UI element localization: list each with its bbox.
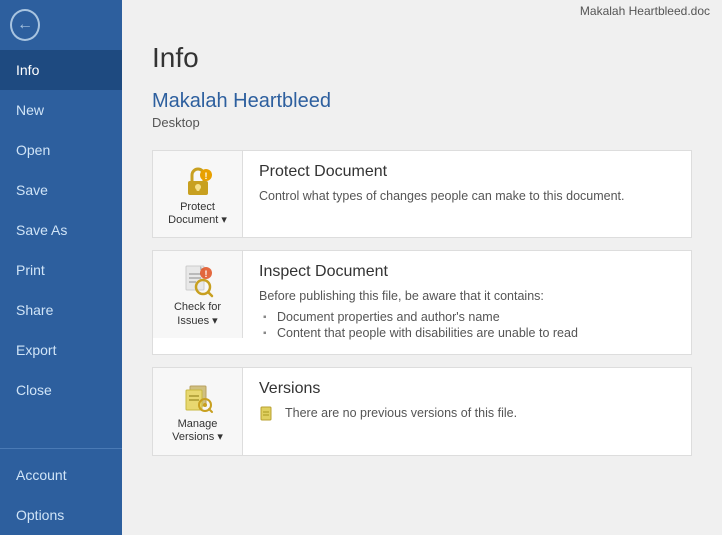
protect-heading: Protect Document: [259, 163, 675, 181]
back-icon: ←: [10, 9, 40, 41]
sidebar-item-account[interactable]: Account: [0, 455, 122, 495]
sidebar-item-new[interactable]: New: [0, 90, 122, 130]
versions-desc-row: There are no previous versions of this f…: [259, 404, 675, 423]
versions-desc-icon: [259, 405, 277, 423]
protect-text-area: Protect Document Control what types of c…: [243, 151, 691, 218]
inspect-desc: Before publishing this file, be aware th…: [259, 287, 675, 306]
inspect-icon: !: [178, 261, 218, 301]
main-content: Makalah Heartbleed.doc Info Makalah Hear…: [122, 0, 722, 535]
inspect-icon-area[interactable]: ! Check forIssues ▾: [153, 251, 243, 337]
sidebar-item-share[interactable]: Share: [0, 290, 122, 330]
inspect-list-item-2: Content that people with disabilities ar…: [259, 326, 675, 340]
sidebar-item-export[interactable]: Export: [0, 330, 122, 370]
filename-label: Makalah Heartbleed.doc: [580, 4, 710, 18]
versions-btn-label[interactable]: ManageVersions ▾: [172, 418, 223, 444]
protect-card: ! ProtectDocument ▾ Protect Document Con…: [152, 150, 692, 238]
protect-desc: Control what types of changes people can…: [259, 187, 675, 206]
svg-text:!: !: [204, 269, 207, 279]
sidebar-item-close[interactable]: Close: [0, 370, 122, 410]
sidebar-item-options[interactable]: Options: [0, 495, 122, 535]
inspect-list: Document properties and author's name Co…: [259, 310, 675, 340]
top-bar: Makalah Heartbleed.doc: [122, 0, 722, 22]
versions-icon-area[interactable]: ManageVersions ▾: [153, 368, 243, 454]
sidebar: ← Info New Open Save Save As Print Share…: [0, 0, 122, 535]
doc-title: Makalah Heartbleed: [152, 90, 692, 113]
protect-icon: !: [178, 161, 218, 201]
versions-heading: Versions: [259, 380, 675, 398]
sidebar-item-open[interactable]: Open: [0, 130, 122, 170]
sidebar-item-print[interactable]: Print: [0, 250, 122, 290]
sidebar-divider: [0, 448, 122, 449]
protect-icon-area[interactable]: ! ProtectDocument ▾: [153, 151, 243, 237]
sidebar-bottom: Account Options: [0, 455, 122, 535]
inspect-list-item-1: Document properties and author's name: [259, 310, 675, 324]
sidebar-item-info[interactable]: Info: [0, 50, 122, 90]
sidebar-nav: Info New Open Save Save As Print Share E…: [0, 50, 122, 442]
versions-desc: There are no previous versions of this f…: [285, 404, 517, 423]
doc-subtitle: Desktop: [152, 115, 692, 130]
page-title: Info: [152, 42, 692, 74]
protect-btn-label[interactable]: ProtectDocument ▾: [168, 201, 227, 227]
versions-icon: [178, 378, 218, 418]
sidebar-item-save[interactable]: Save: [0, 170, 122, 210]
back-button[interactable]: ←: [0, 0, 50, 50]
content-area: Info Makalah Heartbleed Desktop ! Prote: [122, 22, 722, 535]
inspect-heading: Inspect Document: [259, 263, 675, 281]
inspect-card: ! Check forIssues ▾ Inspect Document Bef…: [152, 250, 692, 355]
inspect-btn-label[interactable]: Check forIssues ▾: [174, 301, 221, 327]
svg-text:!: !: [204, 171, 207, 181]
versions-text-area: Versions There are no previous versions …: [243, 368, 691, 435]
inspect-text-area: Inspect Document Before publishing this …: [243, 251, 691, 354]
sidebar-item-saveas[interactable]: Save As: [0, 210, 122, 250]
versions-card: ManageVersions ▾ Versions There are no p…: [152, 367, 692, 455]
